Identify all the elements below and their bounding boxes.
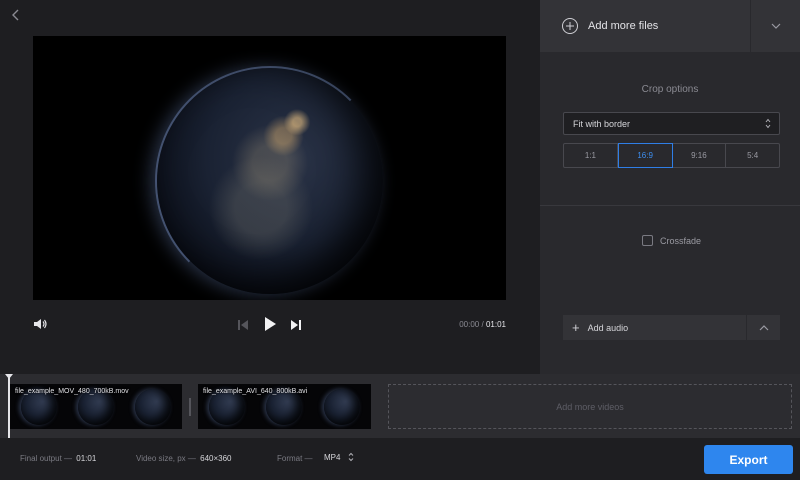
player-controls: 00:00 / 01:01 bbox=[33, 314, 506, 336]
crop-mode-value: Fit with border bbox=[573, 118, 631, 129]
sort-arrows-icon bbox=[765, 118, 771, 129]
settings-panel: Add more files Crop options Fit with bor… bbox=[540, 0, 800, 374]
volume-icon bbox=[34, 319, 47, 329]
format-select[interactable]: MP4 bbox=[324, 452, 354, 462]
add-audio-label: Add audio bbox=[587, 322, 629, 333]
chevron-left-icon bbox=[12, 9, 19, 21]
crossfade-checkbox[interactable]: Crossfade bbox=[642, 235, 701, 246]
video-preview[interactable] bbox=[33, 36, 506, 300]
crop-mode-select[interactable]: Fit with border bbox=[563, 112, 780, 135]
clip-separator-handle[interactable] bbox=[189, 398, 191, 416]
add-more-files-label: Add more files bbox=[588, 20, 659, 32]
skip-previous-icon bbox=[238, 320, 248, 330]
add-audio-button[interactable]: + Add audio bbox=[563, 315, 746, 340]
final-output-label: Final output — bbox=[20, 454, 73, 463]
clip-name: file_example_AVI_640_800kB.avi bbox=[203, 388, 308, 395]
ratio-1-1[interactable]: 1:1 bbox=[564, 144, 618, 167]
sort-arrows-icon bbox=[349, 452, 354, 462]
preview-area: 00:00 / 01:01 bbox=[0, 0, 540, 374]
add-more-videos-dropzone[interactable]: Add more videos bbox=[388, 384, 792, 429]
video-size-value: 640×360 bbox=[200, 454, 232, 463]
time-current: 00:00 bbox=[459, 320, 480, 329]
checkbox-box bbox=[642, 235, 653, 246]
bottom-bar: Final output — 01:01 Video size, px — 64… bbox=[0, 438, 800, 480]
final-output-stat: Final output — 01:01 bbox=[20, 454, 96, 463]
next-button[interactable] bbox=[290, 318, 302, 330]
playhead[interactable] bbox=[5, 374, 13, 438]
chevron-up-icon bbox=[759, 324, 768, 330]
clip-name: file_example_MOV_480_700kB.mov bbox=[15, 388, 129, 395]
time-readout: 00:00 / 01:01 bbox=[459, 320, 506, 329]
crop-options-title: Crop options bbox=[641, 84, 699, 95]
volume-button[interactable] bbox=[33, 317, 47, 331]
video-size-stat: Video size, px — 640×360 bbox=[136, 454, 232, 463]
final-output-value: 01:01 bbox=[76, 454, 97, 463]
crossfade-label: Crossfade bbox=[660, 235, 702, 246]
ratio-9-16[interactable]: 9:16 bbox=[673, 144, 727, 167]
video-size-label: Video size, px — bbox=[136, 454, 196, 463]
plus-circle-icon bbox=[562, 18, 578, 34]
ratio-5-4[interactable]: 5:4 bbox=[726, 144, 779, 167]
export-button[interactable]: Export bbox=[704, 445, 793, 474]
aspect-ratio-group: 1:1 16:9 9:16 5:4 bbox=[563, 143, 780, 168]
add-more-files-button[interactable]: Add more files bbox=[540, 0, 750, 52]
format-label: Format — bbox=[277, 454, 313, 463]
back-button[interactable] bbox=[8, 6, 24, 24]
skip-next-icon bbox=[291, 320, 301, 330]
panel-divider bbox=[540, 205, 800, 206]
ratio-16-9[interactable]: 16:9 bbox=[617, 143, 673, 168]
chevron-down-icon bbox=[771, 23, 780, 29]
audio-toggle-button[interactable] bbox=[747, 315, 780, 340]
format-stat: Format — bbox=[277, 454, 313, 463]
timeline-clip[interactable]: file_example_AVI_640_800kB.avi bbox=[198, 384, 371, 429]
previous-button[interactable] bbox=[237, 318, 249, 330]
video-frame-earth bbox=[155, 66, 385, 296]
time-separator: / bbox=[481, 320, 484, 329]
timeline-clip[interactable]: file_example_MOV_480_700kB.mov bbox=[10, 384, 182, 429]
timeline: file_example_MOV_480_700kB.mov file_exam… bbox=[0, 374, 800, 438]
thumbnail bbox=[135, 388, 172, 425]
files-dropdown-button[interactable] bbox=[751, 0, 800, 52]
play-icon bbox=[265, 317, 276, 331]
plus-icon: + bbox=[572, 320, 580, 335]
format-value: MP4 bbox=[324, 452, 341, 462]
thumbnail bbox=[324, 388, 361, 425]
play-button[interactable] bbox=[263, 316, 277, 332]
time-total: 01:01 bbox=[485, 320, 506, 329]
